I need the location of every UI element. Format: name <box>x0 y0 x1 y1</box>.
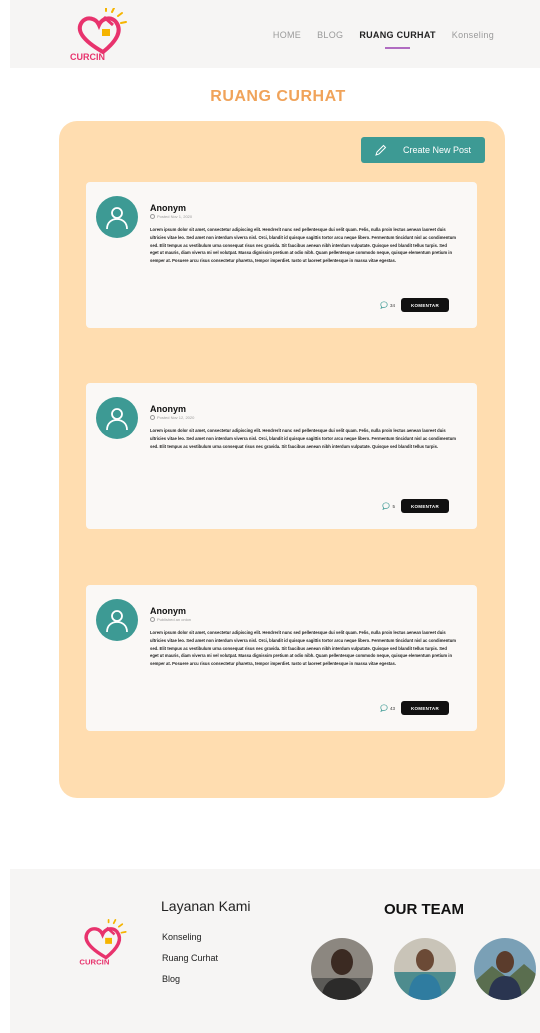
comment-count-value: 43 <box>389 705 395 711</box>
post-author: Anonym <box>150 203 186 213</box>
footer-logo[interactable]: CURCIN <box>76 917 136 969</box>
post-body: Lorem ipsum dolor sit amet, consectetur … <box>150 630 456 667</box>
post-actions: 34 KOMENTAR <box>380 298 449 312</box>
service-link-konseling[interactable]: Konseling <box>162 932 218 953</box>
comment-count: 34 <box>380 301 395 309</box>
create-new-post-button[interactable]: Create New Post <box>361 137 485 163</box>
comment-count-value: 34 <box>389 302 395 308</box>
komentar-button[interactable]: KOMENTAR <box>401 701 449 715</box>
curcin-logo[interactable]: CURCIN <box>68 8 138 62</box>
site-footer: CURCIN Layanan Kami Konseling Ruang Curh… <box>10 869 540 1033</box>
team-member-photo[interactable] <box>474 938 536 1000</box>
clock-icon <box>150 214 155 219</box>
service-link-ruang-curhat[interactable]: Ruang Curhat <box>162 953 218 974</box>
avatar <box>96 397 138 439</box>
post-meta: Posted Nov 1, 2020 <box>150 214 192 219</box>
user-icon <box>106 207 128 230</box>
post-actions: 43 KOMENTAR <box>380 701 449 715</box>
nav-ruang-curhat[interactable]: RUANG CURHAT <box>359 30 435 49</box>
post-date: Posted Nov 12, 2020 <box>157 415 195 420</box>
post-meta: Published an onion <box>150 617 191 622</box>
post-actions: 5 KOMENTAR <box>382 499 449 513</box>
footer-logo-text: CURCIN <box>79 957 109 966</box>
post-date: Posted Nov 1, 2020 <box>157 214 193 219</box>
comment-bubble-icon <box>380 704 388 712</box>
post-body: Lorem ipsum dolor sit amet, consectetur … <box>150 428 456 449</box>
post-card: Anonym Posted Nov 1, 2020 Lorem ipsum do… <box>86 182 477 328</box>
comment-bubble-icon <box>382 502 391 510</box>
post-card: Anonym Published an onion Lorem ipsum do… <box>86 585 477 731</box>
person-photo-icon <box>474 938 536 1000</box>
logo-text: CURCIN <box>70 52 105 62</box>
clock-icon <box>150 415 155 420</box>
page-title: RUANG CURHAT <box>210 88 346 105</box>
heart-logo-icon: CURCIN <box>70 8 127 62</box>
user-icon <box>106 408 128 431</box>
main-nav: HOME BLOG RUANG CURHAT Konseling <box>273 30 494 49</box>
services-list: Konseling Ruang Curhat Blog <box>162 932 218 995</box>
avatar <box>96 196 138 238</box>
person-photo-icon <box>311 938 373 1000</box>
komentar-button[interactable]: KOMENTAR <box>401 298 449 312</box>
service-link-blog[interactable]: Blog <box>162 974 218 995</box>
post-author: Anonym <box>150 404 186 414</box>
clock-icon <box>150 617 155 622</box>
team-member-photo[interactable] <box>311 938 373 1000</box>
post-card: Anonym Posted Nov 12, 2020 Lorem ipsum d… <box>86 383 477 529</box>
comment-count-value: 5 <box>392 503 395 509</box>
avatar <box>96 599 138 641</box>
comment-count: 43 <box>380 704 395 712</box>
comment-bubble-icon <box>380 301 388 309</box>
nav-konseling[interactable]: Konseling <box>452 30 494 40</box>
posts-panel: Create New Post Anonym Posted Nov 1, 202… <box>59 121 505 798</box>
user-icon <box>106 610 128 633</box>
site-header: CURCIN HOME BLOG RUANG CURHAT Konseling <box>10 0 540 68</box>
person-photo-icon <box>394 938 456 1000</box>
post-meta: Posted Nov 12, 2020 <box>150 415 194 420</box>
komentar-button[interactable]: KOMENTAR <box>401 499 449 513</box>
team-member-photo[interactable] <box>394 938 456 1000</box>
heart-logo-icon: CURCIN <box>79 919 127 966</box>
create-new-post-label: Create New Post <box>403 145 472 155</box>
pencil-icon <box>375 144 387 156</box>
comment-count: 5 <box>382 502 395 510</box>
nav-blog[interactable]: BLOG <box>317 30 343 40</box>
team-title: OUR TEAM <box>384 901 464 918</box>
services-title: Layanan Kami <box>161 898 251 914</box>
post-date: Published an onion <box>157 617 192 622</box>
post-body: Lorem ipsum dolor sit amet, consectetur … <box>150 227 456 264</box>
post-author: Anonym <box>150 606 186 616</box>
nav-home[interactable]: HOME <box>273 30 301 40</box>
